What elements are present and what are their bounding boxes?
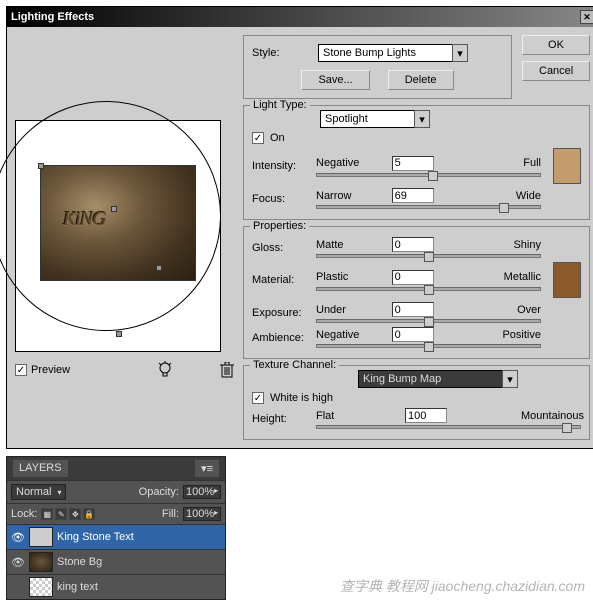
- chevron-down-icon[interactable]: ▾: [452, 44, 468, 62]
- opacity-label: Opacity:: [139, 486, 179, 498]
- properties-group: Properties: Gloss: MatteShiny Material: …: [243, 226, 590, 359]
- close-icon[interactable]: ✕: [580, 10, 593, 24]
- style-label: Style:: [252, 47, 310, 59]
- opacity-input[interactable]: 100%▸: [183, 485, 221, 499]
- trash-icon[interactable]: [219, 361, 235, 379]
- gloss-label: Gloss:: [252, 242, 310, 254]
- texture-channel-label: Texture Channel:: [250, 359, 339, 371]
- on-label: On: [270, 132, 285, 144]
- exposure-input[interactable]: [392, 302, 434, 317]
- light-type-label: Light Type:: [250, 99, 310, 111]
- fill-label: Fill:: [162, 508, 179, 520]
- lock-all-icon[interactable]: 🔒: [83, 508, 95, 520]
- slider-thumb[interactable]: [424, 342, 434, 352]
- height-label: Height:: [252, 413, 310, 425]
- focus-input[interactable]: [392, 188, 434, 203]
- properties-label: Properties:: [250, 220, 309, 232]
- delete-button[interactable]: Delete: [388, 70, 454, 90]
- intensity-label: Intensity:: [252, 160, 310, 172]
- focus-slider[interactable]: [316, 205, 541, 209]
- preview-checkbox[interactable]: ✓: [15, 364, 27, 376]
- ambience-label: Ambience:: [252, 332, 310, 344]
- height-input[interactable]: [405, 408, 447, 423]
- preview-label: Preview: [31, 364, 70, 376]
- focus-label: Focus:: [252, 193, 310, 205]
- material-input[interactable]: [392, 270, 434, 285]
- texture-group: Texture Channel: King Bump Map ▾ ✓ White…: [243, 365, 590, 440]
- slider-thumb[interactable]: [428, 171, 438, 181]
- gloss-input[interactable]: [392, 237, 434, 252]
- style-group: Style: Stone Bump Lights ▾ Save... Delet…: [243, 35, 512, 99]
- height-slider[interactable]: [316, 425, 581, 429]
- ambient-color-swatch[interactable]: [553, 262, 581, 298]
- on-checkbox[interactable]: ✓: [252, 132, 264, 144]
- lighting-effects-dialog: Lighting Effects ✕ KiNG ✓ Preview: [6, 6, 593, 449]
- blend-mode-select[interactable]: Normal▾: [11, 484, 66, 500]
- light-type-group: Light Type: Spotlight ▾ ✓ On Intensity:: [243, 105, 590, 220]
- light-handle[interactable]: [116, 331, 122, 337]
- layer-item[interactable]: 👁 King Stone Text: [7, 524, 225, 549]
- intensity-input[interactable]: [392, 156, 434, 171]
- titlebar[interactable]: Lighting Effects ✕: [7, 7, 593, 27]
- material-slider[interactable]: [316, 287, 541, 291]
- slider-thumb[interactable]: [499, 203, 509, 213]
- lock-position-icon[interactable]: ✥: [69, 508, 81, 520]
- exposure-label: Exposure:: [252, 307, 310, 319]
- lock-transparency-icon[interactable]: ▦: [41, 508, 53, 520]
- layer-item[interactable]: 👁 Stone Bg: [7, 549, 225, 574]
- layer-thumbnail: [29, 552, 53, 572]
- lock-pixels-icon[interactable]: ✎: [55, 508, 67, 520]
- slider-thumb[interactable]: [424, 285, 434, 295]
- dialog-title: Lighting Effects: [11, 11, 94, 23]
- light-type-select[interactable]: Spotlight ▾: [320, 110, 430, 128]
- style-select[interactable]: Stone Bump Lights ▾: [318, 44, 468, 62]
- watermark: 查字典 教程网 jiaocheng.chazidian.com: [340, 576, 585, 596]
- preview-canvas[interactable]: KiNG: [15, 120, 221, 352]
- light-handle[interactable]: [38, 163, 44, 169]
- chevron-down-icon[interactable]: ▾: [414, 110, 430, 128]
- slider-thumb[interactable]: [424, 317, 434, 327]
- lock-label: Lock:: [11, 508, 37, 520]
- save-button[interactable]: Save...: [301, 70, 369, 90]
- slider-thumb[interactable]: [424, 252, 434, 262]
- ambience-slider[interactable]: [316, 344, 541, 348]
- visibility-icon[interactable]: 👁: [11, 530, 25, 544]
- layers-panel: LAYERS ▾≡ Normal▾ Opacity: 100%▸ Lock: ▦…: [6, 456, 226, 600]
- layer-name: king text: [57, 581, 98, 593]
- gloss-slider[interactable]: [316, 254, 541, 258]
- white-high-label: White is high: [270, 392, 333, 404]
- material-label: Material:: [252, 274, 310, 286]
- light-handle[interactable]: [156, 265, 162, 271]
- texture-channel-select[interactable]: King Bump Map ▾: [358, 370, 518, 388]
- slider-thumb[interactable]: [562, 423, 572, 433]
- white-high-checkbox[interactable]: ✓: [252, 392, 264, 404]
- intensity-slider[interactable]: [316, 173, 541, 177]
- lightbulb-icon[interactable]: [155, 360, 175, 380]
- cancel-button[interactable]: Cancel: [522, 61, 590, 81]
- exposure-slider[interactable]: [316, 319, 541, 323]
- layer-name: Stone Bg: [57, 556, 102, 568]
- panel-menu-icon[interactable]: ▾≡: [195, 460, 219, 477]
- ambience-input[interactable]: [392, 327, 434, 342]
- ok-button[interactable]: OK: [522, 35, 590, 55]
- layer-thumbnail: [29, 577, 53, 597]
- preview-text: KiNG: [63, 208, 106, 231]
- layer-name: King Stone Text: [57, 531, 134, 543]
- layers-tab[interactable]: LAYERS: [13, 460, 68, 477]
- light-color-swatch[interactable]: [553, 148, 581, 184]
- visibility-icon[interactable]: 👁: [11, 555, 25, 569]
- layer-thumbnail: [29, 527, 53, 547]
- fill-input[interactable]: 100%▸: [183, 507, 221, 521]
- chevron-down-icon[interactable]: ▾: [502, 370, 518, 388]
- light-handle[interactable]: [111, 206, 117, 212]
- layer-item[interactable]: 👁 king text: [7, 574, 225, 599]
- preview-image: KiNG: [40, 165, 196, 281]
